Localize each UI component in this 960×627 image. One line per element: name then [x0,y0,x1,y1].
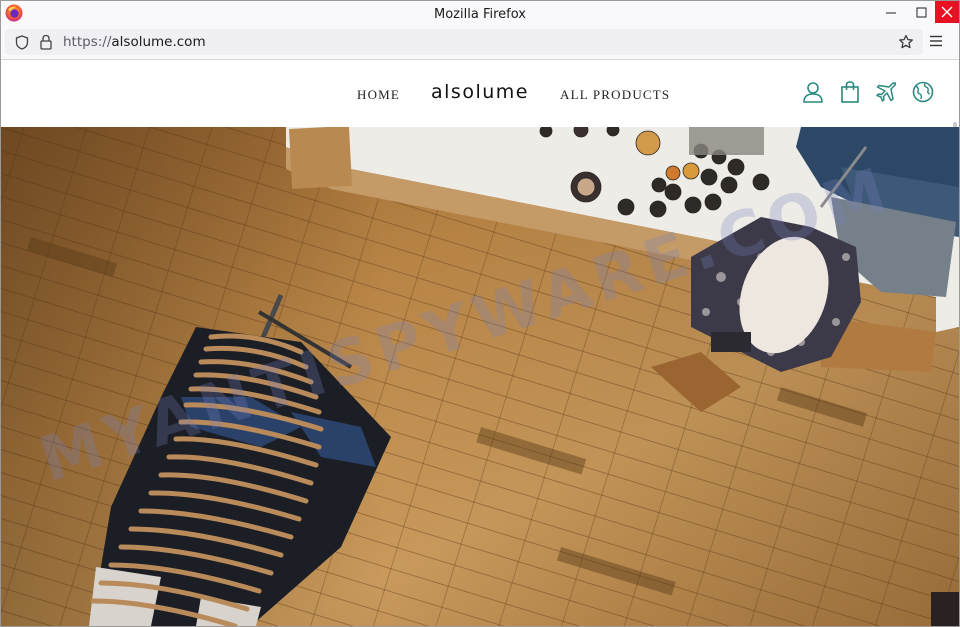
url-host: alsolume.com [111,34,206,50]
nav-home-link[interactable]: HOME [357,87,400,103]
tracking-shield-icon[interactable] [15,35,29,50]
browser-window: Mozilla Firefox https://alsolume.com HOM… [0,0,960,627]
airplane-icon[interactable] [874,80,898,104]
maximize-icon [916,7,927,18]
maximize-button[interactable] [907,1,935,25]
title-bar: Mozilla Firefox [1,1,959,27]
url-text[interactable]: https://alsolume.com [63,34,206,50]
hamburger-menu-icon[interactable] [929,35,943,47]
globe-icon[interactable] [911,80,935,104]
shopping-bag-icon[interactable] [838,80,862,104]
url-bar[interactable]: https://alsolume.com [5,29,923,55]
navigation-toolbar: https://alsolume.com [1,27,959,60]
nav-all-products-link[interactable]: ALL PRODUCTS [560,87,670,103]
brand-logo[interactable]: alsolume [431,81,529,103]
close-icon [941,6,953,18]
window-title: Mozilla Firefox [434,7,526,22]
url-prefix: https:// [63,34,112,50]
user-icon[interactable] [801,80,825,104]
site-header: HOME alsolume ALL PRODUCTS [1,60,959,182]
lock-icon[interactable] [39,34,53,50]
close-button[interactable] [935,1,959,23]
minimize-button[interactable] [877,1,905,25]
bookmark-star-icon[interactable] [898,34,914,50]
hero-banner: MYANTISPYWARE.COM [1,127,959,626]
minimize-icon [886,12,896,14]
